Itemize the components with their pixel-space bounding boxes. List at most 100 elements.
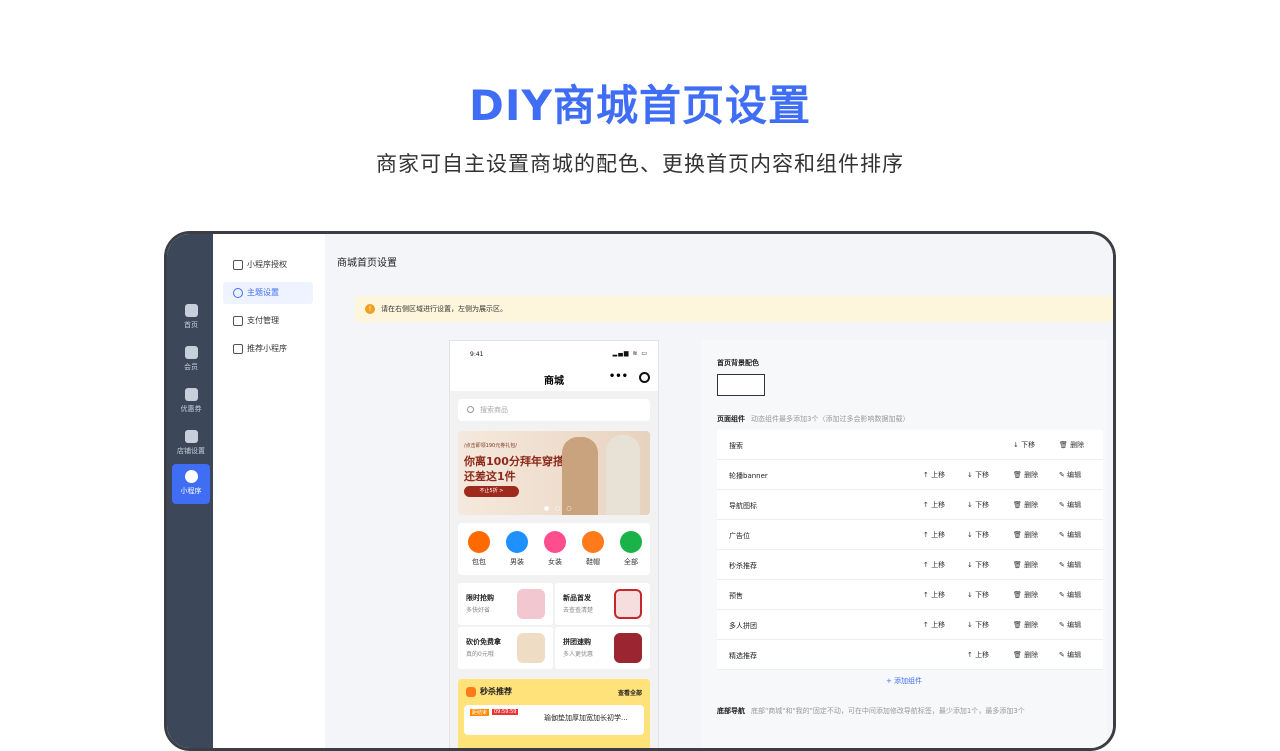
search-placeholder: 搜索商品 <box>480 406 508 414</box>
edit-button[interactable]: ✎ 编辑 <box>1059 590 1081 600</box>
move-up-button[interactable]: ↑ 上移 <box>923 470 945 480</box>
delete-button[interactable]: 🗑 删除 <box>1013 560 1038 570</box>
move-down-button[interactable]: ↓ 下移 <box>967 530 989 540</box>
authorize-icon <box>233 260 243 270</box>
store-icon <box>184 430 198 443</box>
table-row: 多人拼团 ↑ 上移 ↓ 下移 🗑 删除 ✎ 编辑 <box>717 610 1103 640</box>
move-up-button[interactable]: ↑ 上移 <box>923 620 945 630</box>
dress-icon <box>544 531 566 553</box>
feature-new-arrival[interactable]: 新品首发 去查查清楚 <box>555 583 650 625</box>
action-label: 删除 <box>1024 561 1039 569</box>
theme-icon <box>233 288 243 298</box>
move-up-button[interactable]: ↑ 上移 <box>923 590 945 600</box>
bg-color-swatch[interactable] <box>717 374 765 396</box>
target-icon[interactable] <box>639 372 650 383</box>
edit-button[interactable]: ✎ 编辑 <box>1059 620 1081 630</box>
move-down-button[interactable]: ↓ 下移 <box>1013 440 1035 450</box>
hero-subtitle: 商家可自主设置商城的配色、更换首页内容和组件排序 <box>376 152 904 176</box>
phone-search-input[interactable]: 搜索商品 <box>458 399 650 421</box>
feature-bargain[interactable]: 砍价免费拿 真的0元哦 <box>458 627 553 669</box>
sub-label: 支付管理 <box>247 316 279 325</box>
coupon-icon <box>184 388 198 401</box>
nav-item-mini-program[interactable]: 小程序 <box>172 464 210 504</box>
move-down-button[interactable]: ↓ 下移 <box>967 470 989 480</box>
move-up-button[interactable]: ↑ 上移 <box>967 650 989 660</box>
add-component-button[interactable]: + 添加组件 <box>701 676 1107 686</box>
shoe-icon <box>582 531 604 553</box>
action-label: 编辑 <box>1067 651 1082 659</box>
sub-item-payment[interactable]: 支付管理 <box>223 310 313 332</box>
delete-button[interactable]: 🗑 删除 <box>1013 650 1038 660</box>
category-label: 包包 <box>472 558 486 566</box>
move-up-button[interactable]: ↑ 上移 <box>923 530 945 540</box>
action-label: 上移 <box>931 621 946 629</box>
model-man-image <box>562 437 598 515</box>
action-label: 上移 <box>931 471 946 479</box>
notice-bar: ! 请在右侧区域进行设置，左侧为展示区。 <box>355 296 1113 322</box>
move-down-button[interactable]: ↓ 下移 <box>967 560 989 570</box>
nav-item-coupon[interactable]: 优惠券 <box>172 382 210 422</box>
action-label: 下移 <box>975 531 990 539</box>
edit-button[interactable]: ✎ 编辑 <box>1059 530 1081 540</box>
flash-sale-title: 秒杀推荐 <box>480 687 512 696</box>
search-icon <box>467 406 474 413</box>
components-label: 页面组件 <box>717 415 745 423</box>
feature-flash-sale[interactable]: 限时抢购 多快好省 <box>458 583 553 625</box>
nav-item-member[interactable]: 会员 <box>172 340 210 380</box>
sub-item-recommend[interactable]: 推荐小程序 <box>223 338 313 360</box>
delete-button[interactable]: 🗑 删除 <box>1013 470 1038 480</box>
edit-button[interactable]: ✎ 编辑 <box>1059 650 1081 660</box>
move-down-button[interactable]: ↓ 下移 <box>967 620 989 630</box>
secondary-sidebar: 小程序授权 主题设置 支付管理 推荐小程序 <box>213 234 325 748</box>
edit-button[interactable]: ✎ 编辑 <box>1059 470 1081 480</box>
nav-item-home[interactable]: 首页 <box>172 298 210 338</box>
delete-button[interactable]: 🗑 删除 <box>1013 530 1038 540</box>
view-all-link[interactable]: 查看全部 <box>618 688 642 697</box>
more-icon[interactable]: ••• <box>609 371 628 382</box>
category-label: 全部 <box>624 558 638 566</box>
action-label: 下移 <box>975 621 990 629</box>
bag-icon <box>468 531 490 553</box>
delete-button[interactable]: 🗑 删除 <box>1059 440 1084 450</box>
category-bags[interactable]: 包包 <box>464 531 494 567</box>
category-menswear[interactable]: 男装 <box>502 531 532 567</box>
feature-group-buy[interactable]: 拼团速购 多人更优惠 <box>555 627 650 669</box>
flash-product-card[interactable]: 距结束 09:59:59 瑜伽垫加厚加宽加长初学... <box>464 705 644 735</box>
move-down-button[interactable]: ↓ 下移 <box>967 500 989 510</box>
delete-button[interactable]: 🗑 删除 <box>1013 590 1038 600</box>
component-name: 搜索 <box>729 442 743 450</box>
move-up-button[interactable]: ↑ 上移 <box>923 500 945 510</box>
move-down-button[interactable]: ↓ 下移 <box>967 590 989 600</box>
flash-sale-section: 秒杀推荐 查看全部 距结束 09:59:59 瑜伽垫加厚加宽加长初学... <box>458 679 650 748</box>
component-name: 预售 <box>729 592 743 600</box>
edit-button[interactable]: ✎ 编辑 <box>1059 560 1081 570</box>
feature-subtitle: 多人更优惠 <box>563 651 594 658</box>
action-label: 删除 <box>1024 471 1039 479</box>
nav-item-store-settings[interactable]: 店铺设置 <box>172 424 210 464</box>
gift-image <box>614 589 642 619</box>
countdown-label: 距结束 <box>470 709 490 716</box>
category-womenswear[interactable]: 女装 <box>540 531 570 567</box>
move-up-button[interactable]: ↑ 上移 <box>923 560 945 570</box>
action-label: 删除 <box>1024 621 1039 629</box>
thumbs-up-icon <box>233 344 243 354</box>
notice-text: 请在右侧区域进行设置，左侧为展示区。 <box>381 305 507 313</box>
component-name: 轮播banner <box>729 472 768 480</box>
banner-button[interactable]: 不止5折 > <box>464 486 519 497</box>
feature-grid: 限时抢购 多快好省 新品首发 去查查清楚 砍价免费拿 真的0元哦 拼团速购 多人更优惠 <box>458 583 650 669</box>
feature-title: 新品首发 <box>563 594 591 602</box>
action-label: 编辑 <box>1067 591 1082 599</box>
phone-header: 商城 ••• <box>450 365 658 391</box>
sub-item-authorize[interactable]: 小程序授权 <box>223 254 313 276</box>
edit-button[interactable]: ✎ 编辑 <box>1059 500 1081 510</box>
category-shoes[interactable]: 鞋帽 <box>578 531 608 567</box>
promo-banner[interactable]: /点击即领190元券礼包/ 你离100分拜年穿搭 还差这1件 不止5折 > ● … <box>458 431 650 515</box>
component-name: 广告位 <box>729 532 750 540</box>
action-label: 下移 <box>1021 441 1036 449</box>
sub-item-theme[interactable]: 主题设置 <box>223 282 313 304</box>
table-row: 导航图标 ↑ 上移 ↓ 下移 🗑 删除 ✎ 编辑 <box>717 490 1103 520</box>
category-all[interactable]: 全部 <box>616 531 646 567</box>
feature-title: 砍价免费拿 <box>466 638 501 646</box>
delete-button[interactable]: 🗑 删除 <box>1013 620 1038 630</box>
delete-button[interactable]: 🗑 删除 <box>1013 500 1038 510</box>
